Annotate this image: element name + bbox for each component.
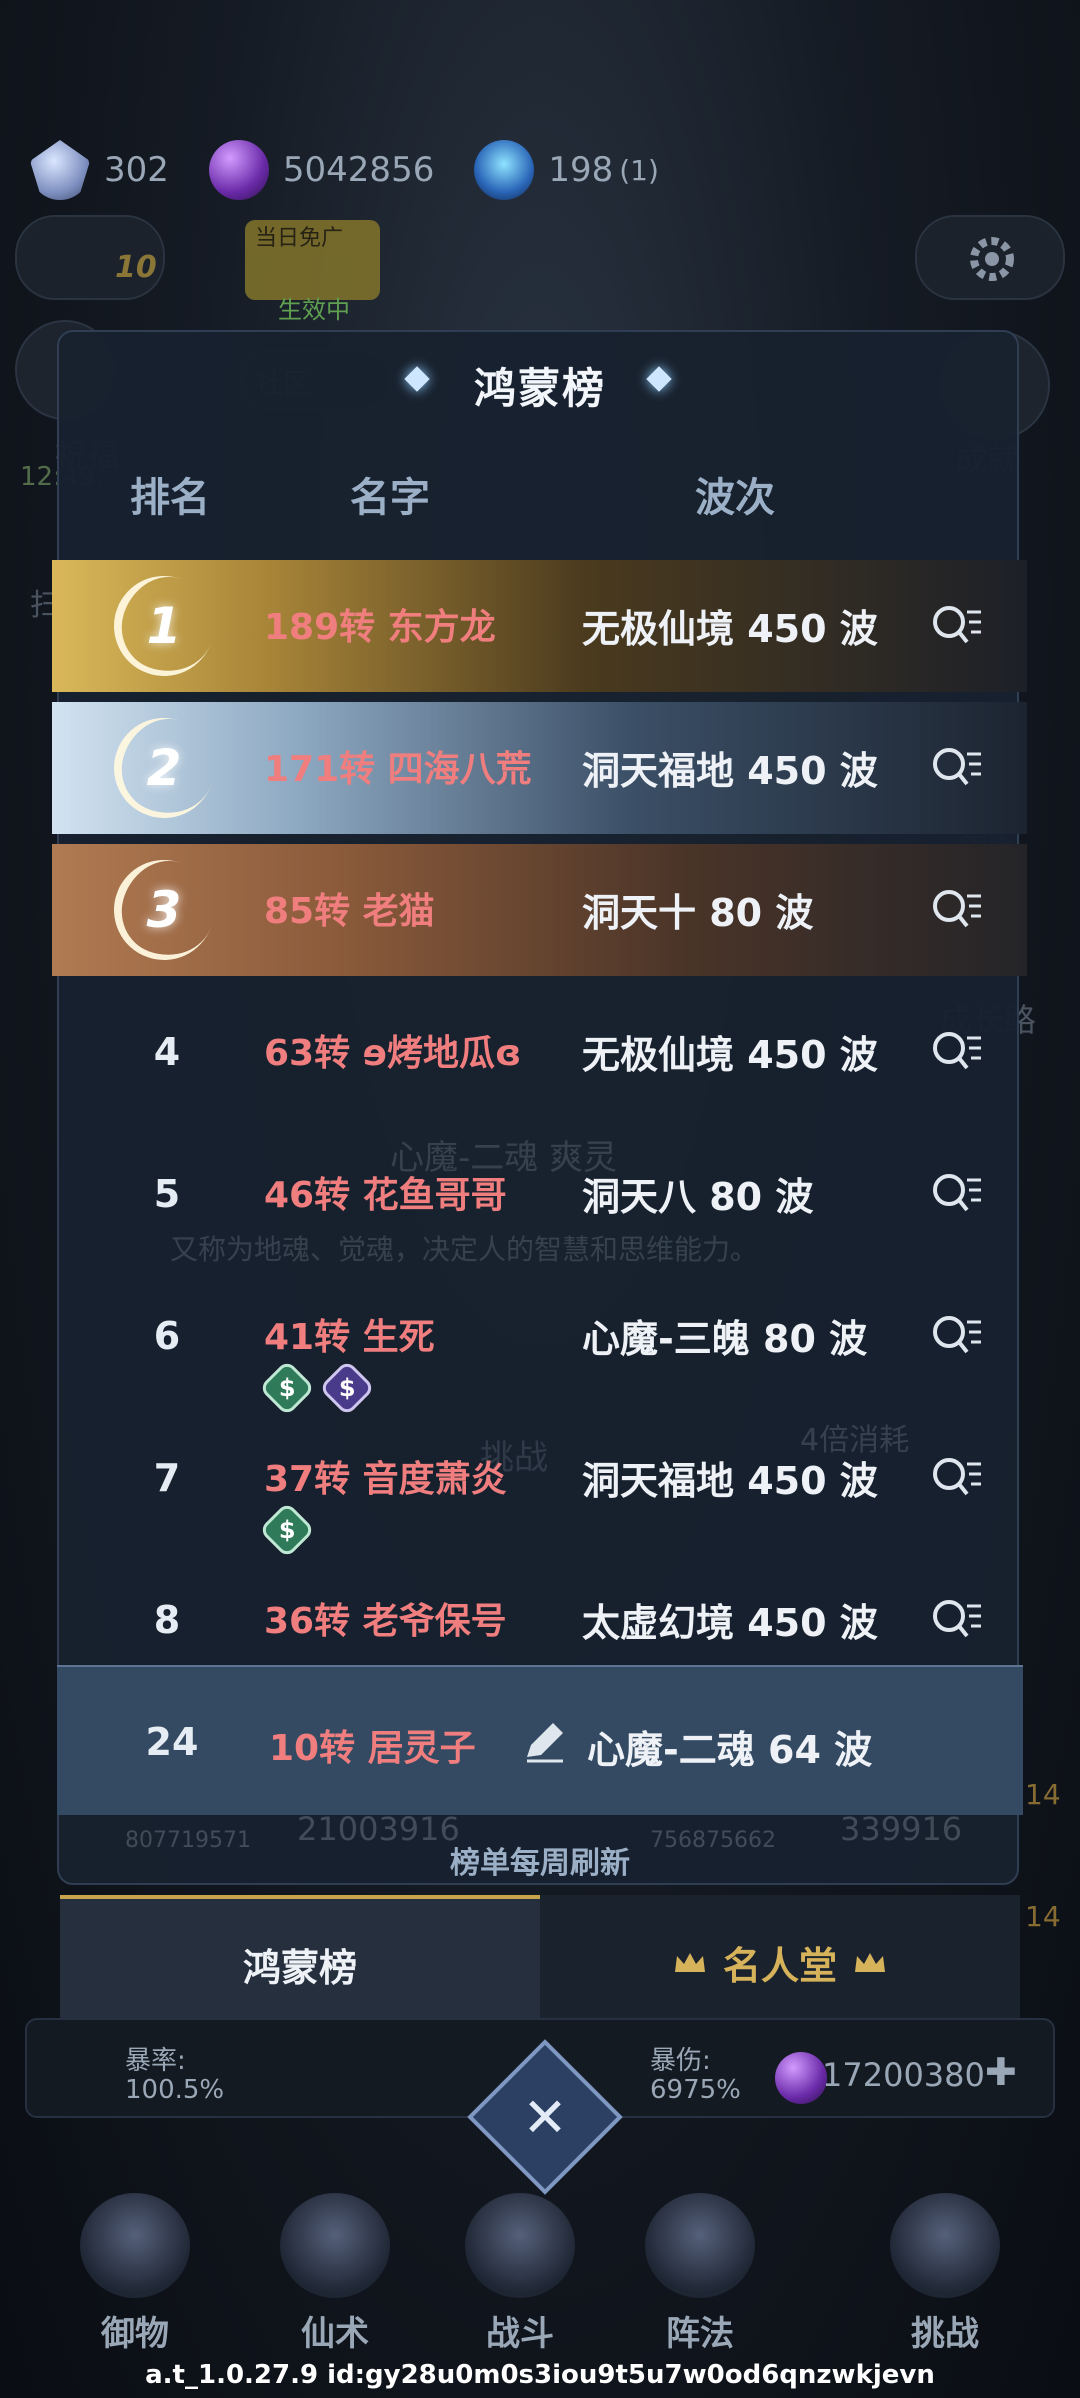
player-name: 41转 生死 bbox=[264, 1317, 435, 1358]
rank-row-7[interactable]: 7 37转 音度萧炎 洞天福地 450 波 $ bbox=[52, 1412, 1027, 1559]
rank-number: 4 bbox=[153, 1030, 181, 1074]
nav-label: 仙术 bbox=[301, 2314, 369, 2354]
header-rank: 排名 bbox=[130, 475, 210, 521]
nav-label: 阵法 bbox=[666, 2314, 734, 2354]
sword-icon bbox=[80, 2193, 190, 2298]
bottom-nav: 御物 仙术 战斗 阵法 挑战 bbox=[0, 2175, 1080, 2355]
crystal-count: 302 bbox=[104, 150, 169, 190]
close-button[interactable]: ✕ bbox=[490, 2062, 600, 2172]
nav-item-challenge[interactable]: 挑战 bbox=[860, 2175, 1030, 2355]
details-icon[interactable] bbox=[927, 1308, 983, 1364]
details-icon[interactable] bbox=[927, 1166, 983, 1222]
rank-row-1[interactable]: 1 189转 东方龙 无极仙境 450 波 bbox=[52, 560, 1027, 692]
crystal-icon bbox=[30, 140, 90, 200]
nav-item-yuwu[interactable]: 御物 bbox=[50, 2175, 220, 2355]
rank-row-2[interactable]: 2 171转 四海八荒 洞天福地 450 波 bbox=[52, 702, 1027, 834]
tab-hall-of-fame-label: 名人堂 bbox=[722, 1944, 837, 1988]
gear-icon bbox=[970, 237, 1014, 281]
header-name: 名字 bbox=[350, 475, 430, 521]
settings-button[interactable] bbox=[915, 215, 1065, 300]
challenge-icon bbox=[890, 2193, 1000, 2298]
level-badge-a: 14 bbox=[1025, 1778, 1061, 1811]
orb-resource: 5042856 bbox=[208, 140, 435, 200]
rank-medal-1: 1 bbox=[99, 561, 229, 691]
player-wave: 心魔-三魄 80 波 bbox=[582, 1317, 868, 1361]
player-wave: 洞天福地 450 波 bbox=[582, 749, 878, 793]
player-wave: 无极仙境 450 波 bbox=[582, 1033, 878, 1077]
rank-row-6[interactable]: 6 41转 生死 心魔-三魄 80 波 $ $ bbox=[52, 1270, 1027, 1417]
my-player-name: 10转 居灵子 bbox=[269, 1728, 476, 1769]
weekly-refresh-note: 榜单每周刷新 bbox=[450, 1846, 630, 1881]
ad-free-label: 当日免广 bbox=[255, 226, 344, 251]
my-rank-row: 24 10转 居灵子 心魔-二魂 64 波 bbox=[57, 1665, 1023, 1815]
purple-orb-icon bbox=[775, 2052, 827, 2104]
details-icon[interactable] bbox=[927, 1024, 983, 1080]
formation-icon bbox=[645, 2193, 755, 2298]
nav-label: 挑战 bbox=[911, 2314, 979, 2354]
spell-card-icon bbox=[280, 2193, 390, 2298]
tab-hongmeng[interactable]: 鸿蒙榜 bbox=[60, 1895, 540, 2030]
crit-rate-label: 暴率: bbox=[125, 2046, 186, 2076]
crit-rate-value: 100.5% bbox=[125, 2075, 225, 2105]
edit-pencil-icon[interactable] bbox=[519, 1717, 569, 1767]
player-name: 63转 ɘ烤地瓜ɞ bbox=[264, 1033, 522, 1074]
purple-orb-icon bbox=[208, 140, 269, 200]
details-icon[interactable] bbox=[927, 740, 983, 796]
crown-icon bbox=[855, 1952, 885, 1972]
nav-item-battle[interactable]: 战斗 bbox=[435, 2175, 605, 2355]
rank-row-5[interactable]: 5 46转 花鱼哥哥 洞天八 80 波 bbox=[52, 1128, 1027, 1260]
rank-row-3[interactable]: 3 85转 老猫 洞天十 80 波 bbox=[52, 844, 1027, 976]
ranking-tabs: 鸿蒙榜 名人堂 bbox=[60, 1895, 1020, 2030]
details-icon[interactable] bbox=[927, 882, 983, 938]
rank-medal-2: 2 bbox=[99, 703, 229, 833]
rank-row-4[interactable]: 4 63转 ɘ烤地瓜ɞ 无极仙境 450 波 bbox=[52, 986, 1027, 1118]
rank-number: 6 bbox=[153, 1314, 181, 1358]
my-rank-number: 24 bbox=[145, 1720, 199, 1764]
modal-title: 鸿蒙榜 bbox=[473, 364, 606, 413]
nav-label: 御物 bbox=[101, 2314, 169, 2354]
player-name: 85转 老猫 bbox=[264, 891, 435, 932]
my-player-wave: 心魔-二魂 64 波 bbox=[587, 1728, 873, 1772]
rank-number: 5 bbox=[153, 1172, 181, 1216]
tab-hongmeng-label: 鸿蒙榜 bbox=[242, 1946, 357, 1990]
gem-sub-count: (1) bbox=[619, 153, 659, 187]
ad-free-button[interactable]: 当日免广 bbox=[245, 220, 380, 300]
details-icon[interactable] bbox=[927, 1450, 983, 1506]
resource-bar: 302 5042856 198 (1) bbox=[30, 130, 1050, 210]
level-badge-b: 14 bbox=[1025, 1900, 1061, 1933]
player-name: 171转 四海八荒 bbox=[264, 749, 532, 790]
blue-gem-icon bbox=[474, 140, 535, 200]
gem-count: 198 bbox=[548, 150, 614, 190]
nav-label: 战斗 bbox=[486, 2314, 554, 2354]
details-icon[interactable] bbox=[927, 598, 983, 654]
crit-damage-value: 6975% bbox=[650, 2075, 741, 2105]
details-icon[interactable] bbox=[927, 1592, 983, 1648]
player-wave: 无极仙境 450 波 bbox=[582, 607, 878, 651]
rank-medal-3: 3 bbox=[99, 845, 229, 975]
ad-free-status: 生效中 bbox=[278, 296, 350, 324]
build-id-footer: a.t_1.0.27.9 id:gy28u0m0s3iou9t5u7w0od6q… bbox=[145, 2360, 935, 2390]
orb-count: 5042856 bbox=[282, 150, 435, 190]
header-wave: 波次 bbox=[695, 475, 775, 521]
player-name: 36转 老爷保号 bbox=[264, 1601, 507, 1642]
nav-item-formation[interactable]: 阵法 bbox=[615, 2175, 785, 2355]
crit-damage-label: 暴伤: bbox=[650, 2046, 711, 2076]
rank-number: 7 bbox=[153, 1456, 181, 1500]
player-name: 37转 音度萧炎 bbox=[264, 1459, 507, 1500]
player-wave: 洞天八 80 波 bbox=[582, 1175, 814, 1219]
player-wave: 洞天福地 450 波 bbox=[582, 1459, 878, 1503]
profile-count-badge: 10 bbox=[115, 250, 157, 285]
player-name: 189转 东方龙 bbox=[264, 607, 496, 648]
nav-item-xianshu[interactable]: 仙术 bbox=[250, 2175, 420, 2355]
orb-value: 17200380 bbox=[822, 2056, 985, 2094]
tab-hall-of-fame[interactable]: 名人堂 bbox=[540, 1895, 1020, 2030]
trident-icon bbox=[465, 2193, 575, 2298]
crown-icon bbox=[674, 1952, 705, 1972]
gem-resource: 198 (1) bbox=[474, 140, 659, 200]
add-plus-icon[interactable]: ✚ bbox=[985, 2050, 1017, 2094]
player-name: 46转 花鱼哥哥 bbox=[264, 1175, 507, 1216]
player-wave: 洞天十 80 波 bbox=[582, 891, 814, 935]
player-wave: 太虚幻境 450 波 bbox=[582, 1601, 878, 1645]
crystal-resource: 302 bbox=[30, 140, 169, 200]
